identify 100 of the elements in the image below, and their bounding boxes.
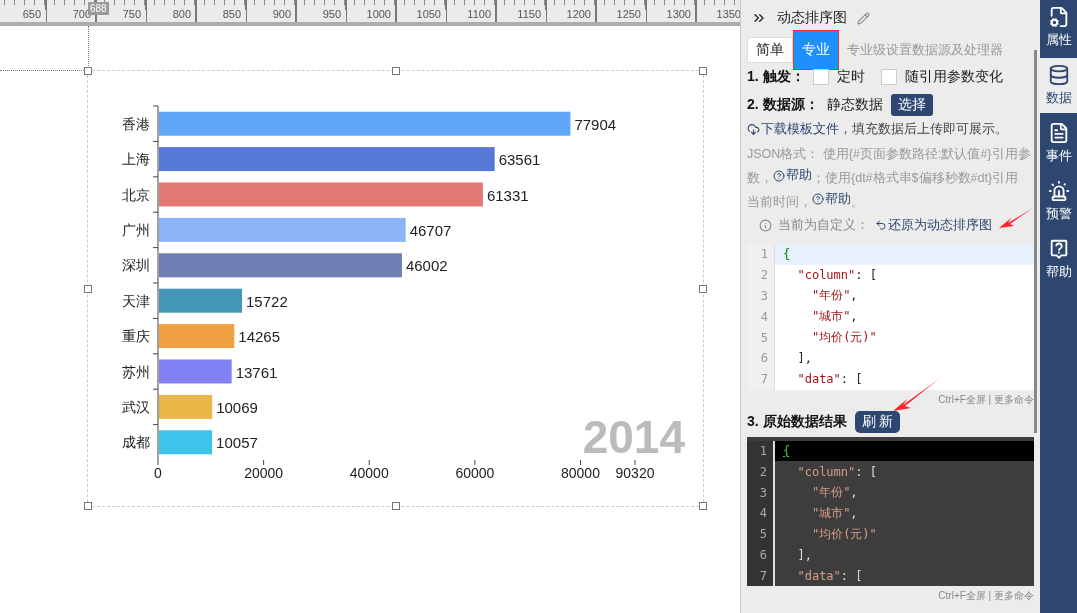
editor-shortcuts: Ctrl+F全屏 | 更多命令 — [937, 589, 1034, 604]
code-text: ], — [796, 547, 812, 562]
category-label: 深圳 — [122, 257, 150, 274]
value-label: 14265 — [238, 328, 281, 346]
cloud-download-icon — [747, 122, 760, 136]
value-label: 10069 — [216, 398, 258, 416]
code-text: { — [782, 247, 791, 262]
tab-hint: 专业级设置数据源及处理器 — [847, 41, 1003, 59]
section-label: 3. 原始数据结果 — [747, 412, 847, 431]
year-label: 2014 — [582, 411, 685, 463]
line-number: 5 — [747, 327, 775, 348]
checkbox-label: 随引用参数变化 — [904, 68, 1003, 86]
ruler-label: 1100 — [467, 8, 491, 20]
ruler-label: 750 — [122, 8, 141, 20]
edit-icon[interactable] — [857, 11, 870, 25]
line-number: 5 — [747, 523, 775, 545]
code-editor[interactable]: 1 { 2 "column": [ 3 "年份", 4 "城市", 5 "均价(元)" 6 ], 7 "data": [ — [747, 436, 1034, 587]
selection-frame[interactable]: 香港 77904 上海 63561 北京 61331 广州 46707 深圳 46002 天津 15722 重庆 14265 苏州 13761 武汉 10069 成都 10057 0 20000 40000 60000 80000 90320 2014 — [87, 70, 704, 507]
scrollbar[interactable] — [1034, 50, 1037, 433]
checkbox[interactable] — [880, 69, 897, 85]
category-label: 成都 — [122, 434, 150, 451]
source-value: 静态数据 — [826, 96, 883, 114]
sidebar-item[interactable]: 数据 — [1040, 58, 1077, 113]
resize-handle[interactable] — [699, 284, 707, 293]
line-number: 1 — [747, 244, 775, 265]
file-gear-icon — [1047, 6, 1070, 28]
category-label: 广州 — [122, 221, 150, 238]
download-link[interactable]: 下载模板文件 — [747, 120, 839, 138]
siren-icon — [1047, 180, 1070, 202]
category-label: 香港 — [122, 115, 150, 132]
tick-label: 60000 — [455, 465, 495, 481]
line-number: 2 — [747, 461, 775, 483]
line-number: 7 — [747, 565, 775, 587]
section-label: 2. 数据源： — [747, 96, 819, 114]
tick-label: 0 — [154, 465, 162, 481]
tab[interactable]: 简单 — [747, 37, 793, 63]
tick-label: 80000 — [561, 465, 600, 481]
value-label: 10057 — [216, 434, 258, 452]
help-link[interactable]: 帮助 — [773, 165, 812, 186]
line-number: 2 — [747, 264, 775, 286]
ruler-label: 1300 — [666, 8, 691, 20]
category-label: 北京 — [122, 186, 150, 203]
help-icon — [773, 169, 785, 182]
code-text: "城市", — [810, 504, 858, 522]
position-badge: 688 — [88, 2, 109, 15]
section-label: 1. 触发： — [747, 68, 805, 86]
download-hint: ，填充数据后上传即可展示。 — [839, 120, 1008, 138]
guide-line — [88, 26, 89, 66]
resize-handle[interactable] — [84, 284, 92, 293]
code-text: ], — [796, 351, 812, 366]
ruler-label: 900 — [272, 8, 291, 20]
value-label: 63561 — [498, 151, 541, 169]
code-text: "年份", — [810, 484, 858, 502]
info-icon — [759, 218, 772, 232]
tick-label: 90320 — [615, 465, 655, 481]
resize-handle[interactable] — [84, 502, 92, 510]
code-text: "城市", — [810, 308, 858, 326]
tick-label: 20000 — [244, 465, 284, 481]
annotation-arrow — [998, 207, 1034, 229]
tick-label: 40000 — [349, 465, 389, 481]
code-text: { — [782, 443, 791, 458]
help-link[interactable]: 帮助 — [812, 188, 851, 210]
ruler-label: 950 — [322, 8, 341, 20]
resize-handle[interactable] — [391, 502, 400, 510]
panel-title: 动态排序图 — [777, 9, 847, 27]
custom-note: 当前为自定义： — [778, 216, 869, 234]
refresh-button[interactable]: 刷 新 — [854, 410, 901, 433]
ruler-label: 1250 — [616, 8, 641, 20]
value-label: 13761 — [235, 363, 278, 381]
restore-link[interactable]: 还原为动态排序图 — [875, 216, 992, 234]
category-label: 苏州 — [122, 363, 150, 380]
code-text: "均价(元)" — [810, 525, 877, 543]
code-text: "column": [ — [796, 268, 877, 283]
value-label: 61331 — [486, 186, 529, 204]
database-icon — [1047, 64, 1070, 86]
code-text: "data": [ — [796, 568, 863, 583]
ruler-label: 1350 — [716, 8, 740, 20]
resize-handle[interactable] — [391, 67, 400, 75]
line-number: 4 — [747, 306, 775, 328]
checkbox[interactable] — [812, 69, 829, 85]
code-text: "均价(元)" — [810, 329, 877, 347]
checkbox-label: 定时 — [836, 68, 865, 86]
value-label: 77904 — [574, 115, 617, 133]
resize-handle[interactable] — [699, 502, 707, 510]
help-paragraph: JSON格式： 使用{#页面参数路径:默认值#}引用参数， 帮助；使用{dt#格式串$偏移秒数#dt}引用当前时间， 帮助。 — [747, 146, 1031, 212]
category-label: 武汉 — [122, 398, 150, 415]
line-number: 3 — [747, 285, 775, 307]
resize-handle[interactable] — [699, 67, 707, 75]
line-number: 6 — [747, 544, 775, 566]
resize-handle[interactable] — [84, 67, 92, 75]
line-number: 6 — [747, 348, 775, 369]
line-number: 7 — [747, 368, 775, 390]
ruler-label: 1000 — [366, 8, 391, 20]
code-text: "data": [ — [796, 372, 863, 387]
value-label: 46002 — [405, 257, 448, 275]
ruler-label: 800 — [172, 8, 191, 20]
ruler-label: 850 — [222, 8, 241, 20]
category-label: 上海 — [122, 151, 150, 168]
select-button[interactable]: 选择 — [890, 94, 933, 116]
value-label: 46707 — [409, 221, 452, 239]
